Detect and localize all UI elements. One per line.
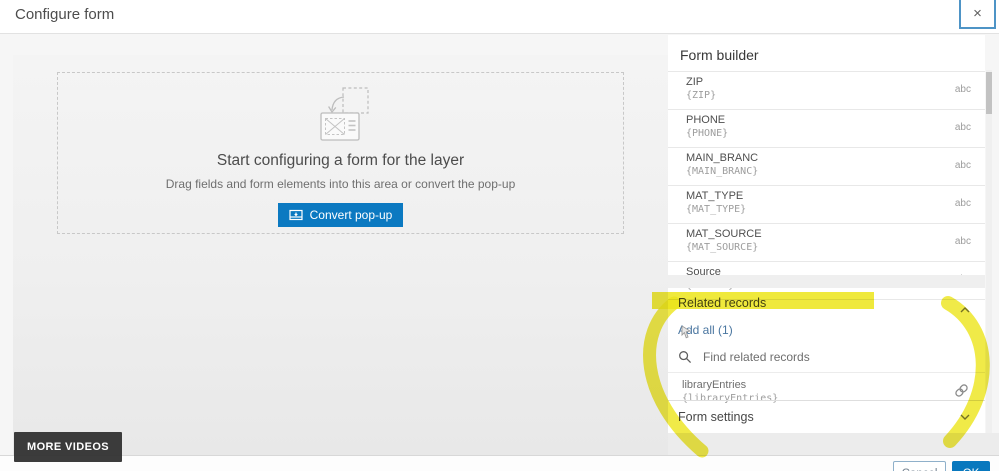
form-dropzone[interactable]: Start configuring a form for the layer D… bbox=[57, 72, 624, 234]
dialog-titlebar: Configure form bbox=[0, 0, 999, 34]
scrollbar-thumb[interactable] bbox=[986, 72, 992, 114]
field-row[interactable]: PHONE {PHONE} abc bbox=[668, 110, 985, 148]
form-canvas: Start configuring a form for the layer D… bbox=[13, 55, 668, 456]
drag-form-illustration-icon bbox=[58, 85, 623, 148]
related-record-name: libraryEntries bbox=[682, 379, 747, 391]
more-videos-button[interactable]: MORE VIDEOS bbox=[14, 432, 123, 462]
field-code: {PHONE} bbox=[686, 128, 729, 139]
text-field-type-icon: abc bbox=[954, 198, 971, 209]
field-code: {MAT_SOURCE} bbox=[686, 242, 759, 253]
cancel-button[interactable]: Cancel bbox=[893, 461, 946, 471]
panel-title: Form builder bbox=[680, 47, 759, 63]
close-icon: × bbox=[973, 5, 982, 22]
field-code: {MAT_TYPE} bbox=[686, 204, 747, 215]
dropzone-subtext: Drag fields and form elements into this … bbox=[165, 177, 516, 191]
field-code: {ZIP} bbox=[686, 90, 717, 101]
text-field-type-icon: abc bbox=[954, 160, 971, 171]
related-records-title: Related records bbox=[678, 296, 767, 310]
chevron-up-icon bbox=[960, 300, 970, 318]
field-name: MAT_SOURCE bbox=[686, 228, 762, 240]
convert-popup-button[interactable]: Convert pop-up bbox=[277, 203, 404, 227]
field-name: MAIN_BRANC bbox=[686, 152, 759, 164]
field-row[interactable]: MAIN_BRANC {MAIN_BRANC} abc bbox=[668, 148, 985, 186]
panel-lower-background bbox=[668, 433, 999, 456]
form-settings-title: Form settings bbox=[678, 410, 754, 424]
field-row[interactable]: MAT_TYPE {MAT_TYPE} abc bbox=[668, 186, 985, 224]
field-name: MAT_TYPE bbox=[686, 190, 744, 202]
dialog-footer bbox=[0, 455, 999, 471]
related-records-section-header[interactable]: Related records bbox=[668, 288, 985, 318]
text-field-type-icon: abc bbox=[954, 236, 971, 247]
related-records-search[interactable] bbox=[678, 345, 973, 369]
field-code: {MAIN_BRANC} bbox=[686, 166, 759, 177]
convert-popup-label: Convert pop-up bbox=[309, 208, 393, 222]
text-field-type-icon: abc bbox=[954, 84, 971, 95]
field-name: PHONE bbox=[686, 114, 726, 126]
ok-button[interactable]: OK bbox=[952, 461, 990, 471]
close-button[interactable]: × bbox=[959, 0, 996, 29]
text-field-type-icon: abc bbox=[954, 122, 971, 133]
fields-list: ZIP {ZIP} abc PHONE {PHONE} abc MAIN_BRA… bbox=[668, 71, 985, 300]
panel-section-gap bbox=[668, 275, 985, 288]
panel-scrollbar[interactable] bbox=[986, 70, 992, 433]
convert-popup-icon bbox=[289, 209, 303, 221]
field-row[interactable]: MAT_SOURCE {MAT_SOURCE} abc bbox=[668, 224, 985, 262]
dialog-title: Configure form bbox=[15, 6, 115, 23]
configure-form-dialog: Configure form × Start configuring a for… bbox=[0, 0, 999, 471]
field-row[interactable]: ZIP {ZIP} abc bbox=[668, 72, 985, 110]
field-name: ZIP bbox=[686, 76, 704, 88]
search-icon bbox=[678, 350, 692, 364]
add-all-link[interactable]: Add all (1) bbox=[678, 323, 733, 337]
dropzone-heading: Start configuring a form for the layer bbox=[216, 152, 465, 169]
form-builder-panel: Form builder ZIP {ZIP} abc PHONE {PHONE}… bbox=[668, 35, 985, 433]
chevron-down-icon bbox=[960, 414, 970, 420]
form-settings-section-header[interactable]: Form settings bbox=[668, 400, 985, 433]
find-related-records-input[interactable] bbox=[701, 349, 973, 365]
